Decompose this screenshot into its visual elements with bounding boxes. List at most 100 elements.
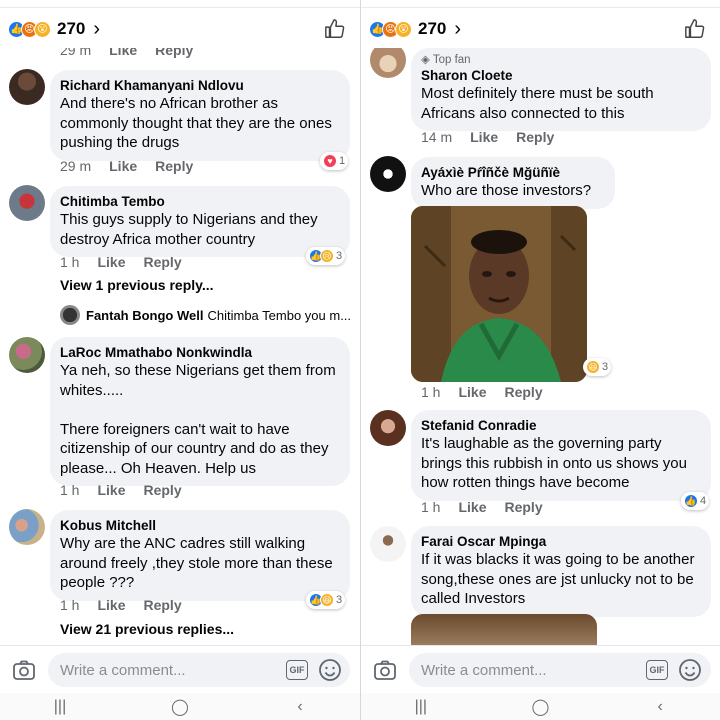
reaction-badge[interactable]: 👍 😢 3 [306,247,346,265]
comment-bubble: Stefanid Conradie It's laughable as the … [411,410,711,501]
comment-actions: 1 h Like Reply [421,499,543,515]
reaction-count: 270 [418,19,447,38]
comment-feed[interactable]: 29 m Like Reply Richard Khamanyani Ndlov… [0,48,360,645]
reactions-header[interactable]: 👍 😡 😮 270 › [0,10,360,48]
comment-text: This guys supply to Nigerians and they d… [60,211,318,248]
like-button[interactable]: Like [458,384,486,400]
comment-composer: GIF [0,645,360,693]
avatar[interactable] [370,156,406,192]
comment-time: 29 m [60,158,92,174]
gif-icon[interactable]: GIF [646,660,668,680]
like-button[interactable]: Like [470,129,498,145]
comment-time: 14 m [421,129,453,145]
reply-button[interactable]: Reply [155,158,193,174]
gif-icon[interactable]: GIF [286,660,308,680]
android-nav-bar: ||| ◯ ‹ [361,693,720,720]
chevron-right-icon[interactable]: › [454,18,461,41]
reply-button[interactable]: Reply [516,129,554,145]
avatar[interactable] [9,509,45,545]
comment-photo-partial[interactable] [411,614,597,645]
avatar[interactable] [370,410,406,446]
back-icon[interactable]: ‹ [640,698,680,716]
reply-button[interactable]: Reply [143,254,181,270]
emoji-icon[interactable] [678,658,702,682]
reaction-icons: 👍 😡 😮 [8,20,51,38]
emoji-icon[interactable] [318,658,342,682]
comment-bubble: Richard Khamanyani Ndlovu And there's no… [50,70,350,161]
sad-reaction-icon: 😢 [320,249,334,263]
commenter-name[interactable]: Kobus Mitchell [60,517,338,534]
home-icon[interactable]: ◯ [160,697,200,717]
commenter-name[interactable]: Farai Oscar Mpinga [421,533,699,550]
reply-button[interactable]: Reply [143,597,181,613]
reaction-badge[interactable]: 👍 😆 3 [306,591,346,609]
diamond-icon: ◈ [421,54,433,66]
commenter-name[interactable]: Richard Khamanyani Ndlovu [60,77,338,94]
status-bar [361,0,720,8]
reaction-badge-count: 1 [339,155,346,167]
home-icon[interactable]: ◯ [520,697,560,717]
avatar[interactable] [370,526,406,562]
like-reaction-icon: 👍 [684,494,698,508]
comment-feed[interactable]: ◈ Top fan Sharon Cloete Most definitely … [361,48,720,645]
thumbs-up-icon[interactable] [324,18,346,40]
comment-text: Who are those investors? [421,182,592,199]
comment-composer: GIF [361,645,720,693]
recent-apps-icon[interactable]: ||| [401,698,441,716]
commenter-name[interactable]: Stefanid Conradie [421,417,699,434]
comments-panel-left: 👍 😡 😮 270 › 29 m Like Reply Richard Kham… [0,0,360,720]
reply-preview[interactable]: Fantah Bongo Well Chitimba Tembo you m..… [60,305,351,325]
reaction-badge-count: 3 [336,250,343,262]
commenter-name[interactable]: Ayáxìè Pŕîñčè Mğüñïè [421,164,603,181]
reaction-badge[interactable]: 😆 3 [583,358,612,376]
like-button[interactable]: Like [97,597,125,613]
reactions-header[interactable]: 👍 😡 😮 270 › [361,10,720,48]
comment-text: Why are the ANC cadres still walking aro… [60,535,333,591]
comment-text: Ya neh, so these Nigerians get them from… [60,362,336,477]
camera-icon[interactable] [12,658,36,682]
reply-button[interactable]: Reply [504,499,542,515]
comment-bubble: Chitimba Tembo This guys supply to Niger… [50,186,350,257]
comment-actions: 14 m Like Reply [421,129,554,145]
comment-time: 1 h [421,384,441,400]
back-icon[interactable]: ‹ [280,698,320,716]
comment-time: 1 h [60,482,80,498]
comment-time: 1 h [60,597,80,613]
like-button[interactable]: Like [97,482,125,498]
avatar[interactable] [9,185,45,221]
reaction-icons: 👍 😡 😮 [369,20,412,38]
reaction-count: 270 [57,19,86,38]
avatar[interactable] [60,305,80,325]
like-button[interactable]: Like [109,158,137,174]
thumbs-up-icon[interactable] [684,18,706,40]
comment-time: 29 m [60,48,92,58]
reply-button[interactable]: Reply [155,48,193,58]
avatar[interactable] [9,69,45,105]
view-previous-replies-link[interactable]: View 21 previous replies... [60,621,234,637]
comment-actions: 29 m Like Reply [60,158,193,174]
status-bar [0,0,360,8]
commenter-name[interactable]: Chitimba Tembo [60,193,338,210]
camera-icon[interactable] [373,658,397,682]
reaction-badge[interactable]: ♥ 1 [320,152,349,170]
like-button[interactable]: Like [458,499,486,515]
reply-button[interactable]: Reply [143,482,181,498]
comment-photo[interactable] [411,206,587,382]
chevron-right-icon[interactable]: › [93,18,100,41]
wow-reaction-icon: 😮 [34,20,51,38]
comment-text: Most definitely there must be south Afri… [421,85,654,122]
like-button[interactable]: Like [97,254,125,270]
like-button[interactable]: Like [109,48,137,58]
partial-comment-actions: 29 m Like Reply [60,48,193,58]
avatar[interactable] [370,48,406,78]
reply-author-name[interactable]: Fantah Bongo Well [86,308,203,323]
reply-button[interactable]: Reply [504,384,542,400]
commenter-name[interactable]: Sharon Cloete [421,67,699,84]
commenter-name[interactable]: LaRoc Mmathabo Nonkwindla [60,344,338,361]
recent-apps-icon[interactable]: ||| [40,698,80,716]
comment-bubble: Kobus Mitchell Why are the ANC cadres st… [50,510,350,601]
comment-bubble: Ayáxìè Pŕîñčè Mğüñïè Who are those inves… [411,157,615,209]
avatar[interactable] [9,337,45,373]
reaction-badge[interactable]: 👍 4 [681,492,710,510]
view-previous-replies-link[interactable]: View 1 previous reply... [60,277,214,293]
